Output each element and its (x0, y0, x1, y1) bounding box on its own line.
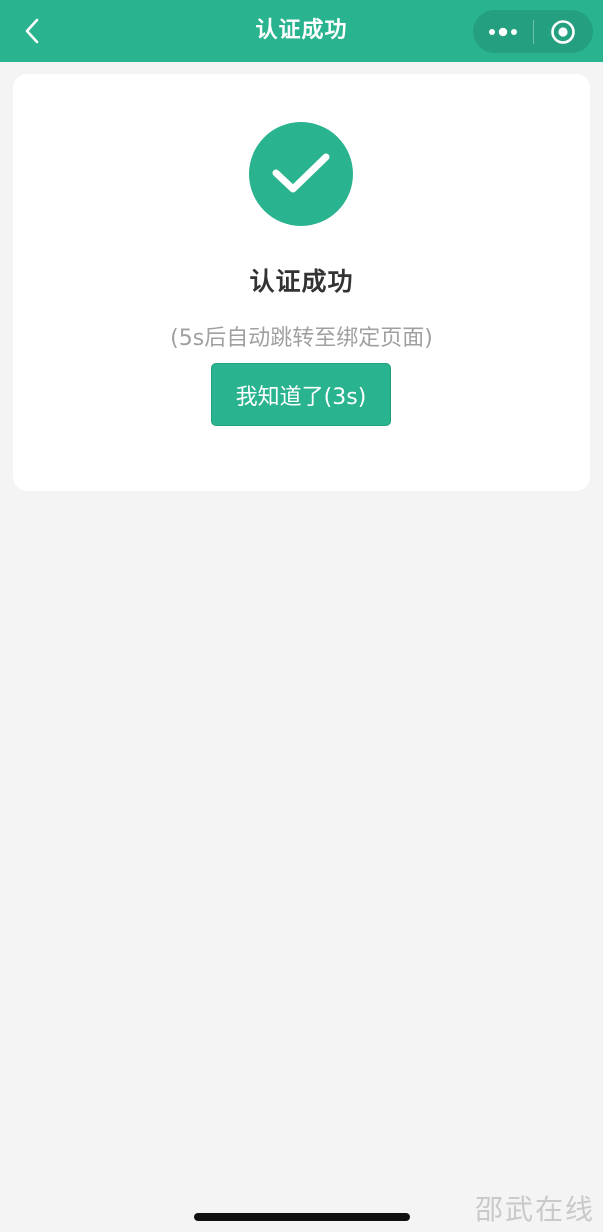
check-icon (272, 153, 330, 193)
success-badge (249, 122, 353, 226)
close-button[interactable] (533, 10, 593, 53)
navigation-bar: 认证成功 (0, 0, 603, 62)
target-close-icon (551, 19, 576, 44)
result-title: 认证成功 (249, 267, 354, 296)
acknowledge-button[interactable]: 我知道了(3s) (211, 363, 391, 426)
more-dots-icon (488, 27, 517, 36)
mini-program-capsule (473, 10, 593, 53)
home-indicator (194, 1213, 410, 1221)
result-card: 认证成功 (5s后自动跳转至绑定页面) 我知道了(3s) (13, 74, 590, 491)
watermark: 邵武在线 (474, 1193, 595, 1226)
more-button[interactable] (473, 10, 533, 53)
redirect-note: (5s后自动跳转至绑定页面) (170, 326, 433, 351)
